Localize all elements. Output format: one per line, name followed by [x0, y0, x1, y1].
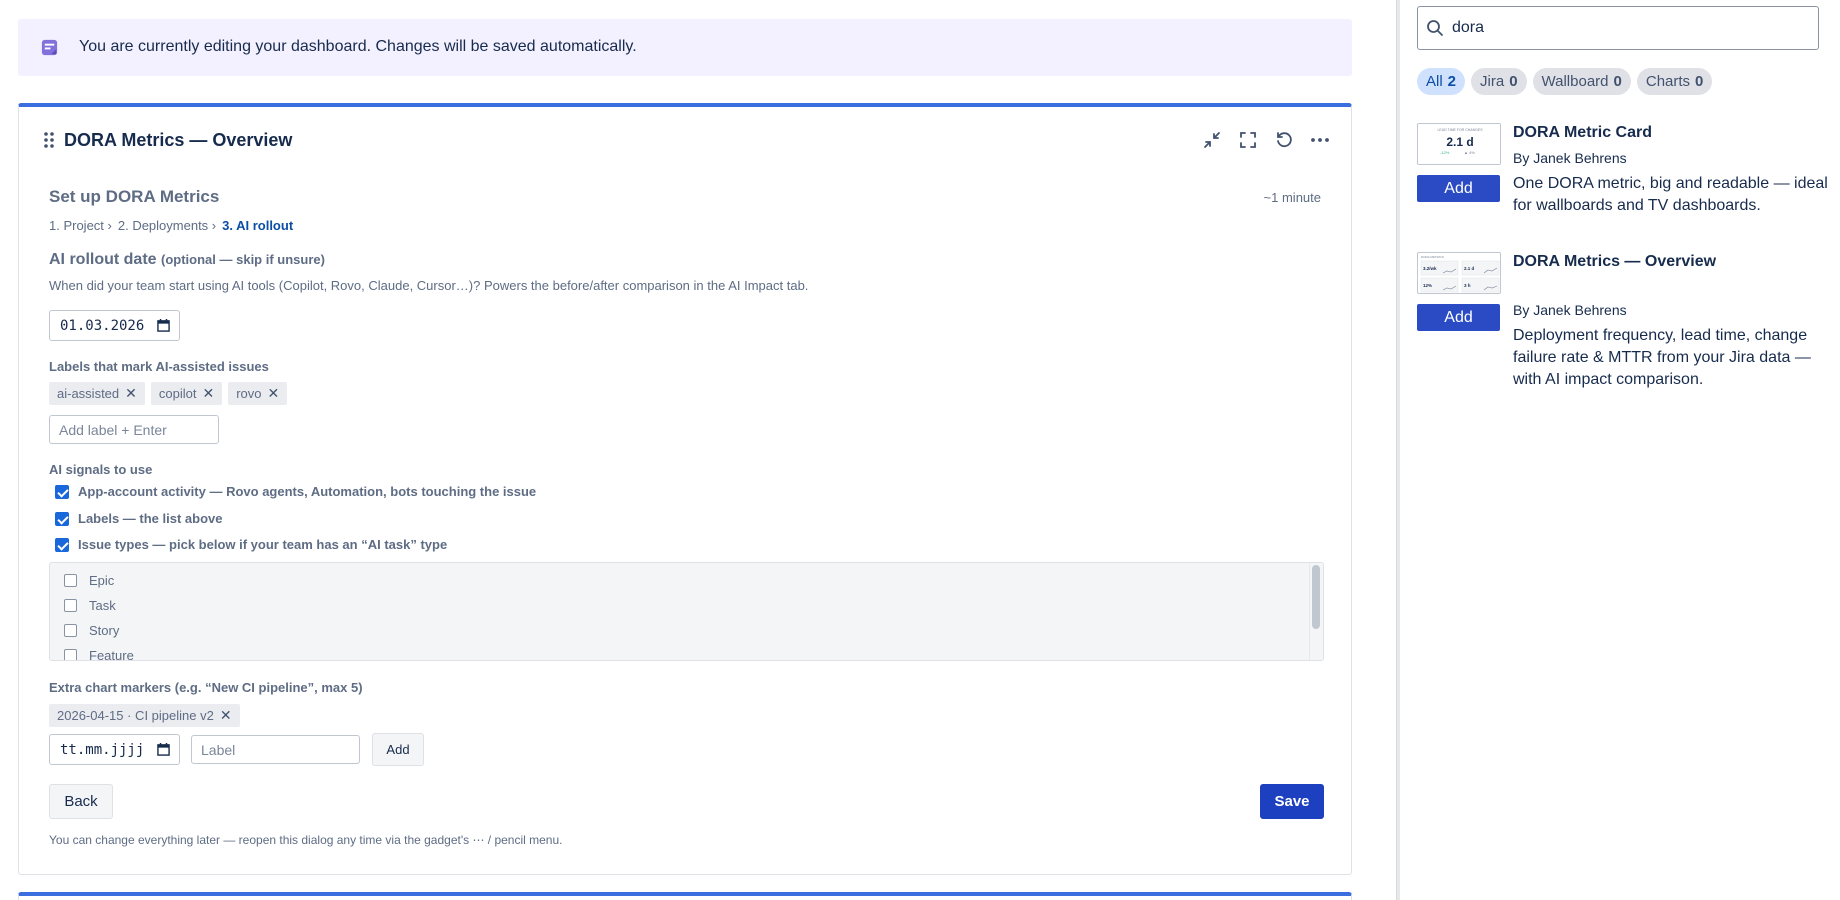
thumb-value-4: 3 h — [1464, 283, 1471, 288]
thumb-sub-right: ▲ 4% — [1464, 150, 1475, 155]
setup-title: Set up DORA Metrics — [49, 187, 220, 206]
labels-checkbox[interactable] — [55, 511, 69, 526]
thumb-headline: LEAD TIME FOR CHANGES — [1437, 128, 1483, 132]
add-marker-button[interactable]: Add — [372, 733, 424, 766]
drag-handle-icon[interactable] — [43, 131, 55, 149]
gadget-search-input[interactable]: dora — [1417, 6, 1819, 50]
setup-duration: ~1 minute — [1263, 190, 1321, 205]
label-chip: copilot ✕ — [150, 382, 223, 405]
marker-date-placeholder: tt.mm.jjjj — [60, 741, 145, 758]
issue-type-feature[interactable]: Feature — [64, 648, 134, 660]
calendar-icon[interactable] — [157, 743, 170, 756]
category-filters: All 2 Jira 0 Wallboard 0 Charts 0 — [1417, 68, 1713, 95]
story-checkbox[interactable] — [64, 624, 77, 637]
thumb-sub-left: -12% — [1440, 150, 1450, 155]
add-dora-overview-button[interactable]: Add — [1417, 304, 1500, 331]
add-dora-metric-card-button[interactable]: Add — [1417, 175, 1500, 202]
marker-label-input[interactable]: Label — [191, 735, 360, 764]
refresh-icon[interactable] — [1273, 129, 1295, 151]
footer-note: You can change everything later — reopen… — [49, 833, 563, 847]
save-button[interactable]: Save — [1260, 784, 1324, 819]
signal-labels[interactable]: Labels — the list above — [55, 511, 223, 526]
step-project[interactable]: 1. Project › — [49, 218, 112, 233]
gadget-browser: dora All 2 Jira 0 Wallboard 0 Charts 0 L… — [1400, 0, 1840, 900]
marker-chips: 2026-04-15 · CI pipeline v2 ✕ — [49, 704, 240, 727]
signal-app-account[interactable]: App-account activity — Rovo agents, Auto… — [55, 484, 536, 499]
dora-gadget: DORA Metrics — Overview Set up DORA Metr… — [18, 103, 1352, 875]
fullscreen-icon[interactable] — [1237, 129, 1259, 151]
rollout-date-label: AI rollout date (optional — skip if unsu… — [49, 251, 325, 269]
result-title[interactable]: DORA Metric Card — [1513, 124, 1652, 142]
issue-type-story[interactable]: Story — [64, 623, 119, 638]
rollout-date-value: 01.03.2026 — [60, 317, 145, 334]
search-icon — [1427, 20, 1443, 36]
result-title[interactable]: DORA Metrics — Overview — [1513, 253, 1716, 271]
dashboard-pane: You are currently editing your dashboard… — [0, 0, 1396, 900]
marker-chip: 2026-04-15 · CI pipeline v2 ✕ — [49, 704, 240, 727]
result-dora-overview: DORA METRICS 3.2/wk 2.1 d 12% 3 h Add DO… — [1417, 252, 1827, 402]
gadget-title: DORA Metrics — Overview — [64, 130, 293, 150]
step-deployments[interactable]: 2. Deployments › — [118, 218, 216, 233]
more-icon[interactable] — [1309, 129, 1331, 151]
scrollbar-thumb[interactable] — [1312, 565, 1320, 629]
signal-issue-types[interactable]: Issue types — pick below if your team ha… — [55, 537, 447, 552]
search-value: dora — [1452, 19, 1485, 36]
ai-signals-label: AI signals to use — [49, 462, 153, 477]
thumb-value-1: 3.2/wk — [1423, 266, 1437, 271]
edit-note-icon — [41, 39, 58, 56]
issue-type-list[interactable]: Epic Task Story Feature — [49, 562, 1324, 661]
thumb-value: 2.1 d — [1446, 135, 1473, 149]
rollout-help-text: When did your team start using AI tools … — [49, 278, 809, 293]
ai-label-chips: ai-assisted ✕ copilot ✕ rovo ✕ — [49, 382, 288, 405]
result-description: Deployment frequency, lead time, change … — [1513, 327, 1811, 388]
remove-chip-icon[interactable]: ✕ — [125, 385, 137, 402]
issue-list-scrollbar[interactable] — [1309, 563, 1323, 660]
back-button[interactable]: Back — [49, 784, 113, 819]
thumbnail-metric-card: LEAD TIME FOR CHANGES 2.1 d -12% ▲ 4% — [1417, 123, 1501, 165]
label-chip: rovo ✕ — [228, 382, 288, 405]
rollout-optional-text: (optional — skip if unsure) — [161, 252, 325, 267]
label-chip: ai-assisted ✕ — [49, 382, 145, 405]
filter-all[interactable]: All 2 — [1417, 68, 1466, 95]
markers-label: Extra chart markers (e.g. “New CI pipeli… — [49, 680, 363, 695]
epic-checkbox[interactable] — [64, 574, 77, 587]
next-gadget-edge — [18, 892, 1352, 900]
thumb-value-3: 12% — [1423, 283, 1432, 288]
banner-text: You are currently editing your dashboard… — [79, 38, 637, 55]
feature-checkbox[interactable] — [64, 649, 77, 660]
calendar-icon[interactable] — [157, 319, 170, 332]
task-checkbox[interactable] — [64, 599, 77, 612]
add-label-input[interactable]: Add label + Enter — [49, 415, 219, 444]
gadget-actions — [1201, 129, 1331, 151]
filter-wallboard[interactable]: Wallboard 0 — [1532, 68, 1631, 95]
issue-type-epic[interactable]: Epic — [64, 573, 114, 588]
ai-labels-label: Labels that mark AI-assisted issues — [49, 359, 269, 374]
issue-type-task[interactable]: Task — [64, 598, 116, 613]
rollout-label-text: AI rollout date — [49, 251, 157, 268]
thumb-headline: DORA METRICS — [1421, 255, 1444, 259]
setup-breadcrumb: 1. Project › 2. Deployments › 3. AI roll… — [49, 218, 293, 233]
filter-jira[interactable]: Jira 0 — [1471, 68, 1527, 95]
filter-charts[interactable]: Charts 0 — [1636, 68, 1713, 95]
step-ai-rollout: 3. AI rollout — [222, 218, 294, 233]
remove-chip-icon[interactable]: ✕ — [220, 707, 232, 724]
thumbnail-overview: DORA METRICS 3.2/wk 2.1 d 12% 3 h — [1417, 252, 1501, 294]
result-description: One DORA metric, big and readable — idea… — [1513, 175, 1828, 214]
issue-types-checkbox[interactable] — [55, 537, 69, 552]
app-account-checkbox[interactable] — [55, 484, 69, 499]
remove-chip-icon[interactable]: ✕ — [267, 385, 279, 402]
remove-chip-icon[interactable]: ✕ — [202, 385, 214, 402]
result-author: By Janek Behrens — [1513, 150, 1627, 166]
collapse-icon[interactable] — [1201, 129, 1223, 151]
result-dora-metric-card: LEAD TIME FOR CHANGES 2.1 d -12% ▲ 4% Ad… — [1417, 123, 1828, 233]
marker-date-input[interactable]: tt.mm.jjjj — [49, 734, 180, 765]
rollout-date-input[interactable]: 01.03.2026 — [49, 310, 180, 341]
edit-mode-banner: You are currently editing your dashboard… — [18, 19, 1352, 76]
result-author: By Janek Behrens — [1513, 302, 1627, 318]
thumb-value-2: 2.1 d — [1464, 266, 1475, 271]
